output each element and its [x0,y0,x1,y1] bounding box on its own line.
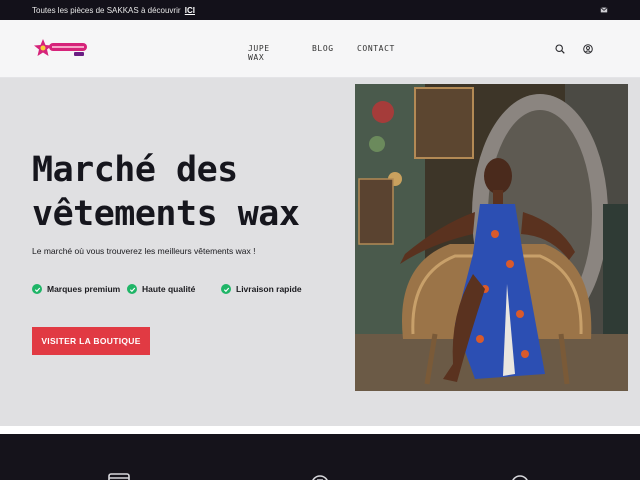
feature-item: Marques premium [32,284,127,294]
hero-photo [355,84,628,391]
features-footer [0,434,640,480]
store-icon [108,473,130,480]
nav-item-contact[interactable]: CONTACT [357,44,395,62]
nav-item-jupe-wax[interactable]: JUPE WAX [248,44,288,62]
site-header: JUPE WAX BLOG CONTACT [0,20,640,78]
feature-label: Livraison rapide [236,284,302,294]
visit-shop-button[interactable]: VISITER LA BOUTIQUE [32,327,150,355]
return-icon [312,475,328,480]
announcement-text: Toutes les pièces de SAKKAS à découvrir … [32,6,195,15]
user-icon[interactable] [583,44,593,54]
announcement-link[interactable]: ICI [185,6,195,15]
mail-icon[interactable] [600,6,608,14]
check-icon [221,284,231,294]
main-nav: JUPE WAX BLOG CONTACT [248,44,419,62]
hero-section: Marché des vêtements wax Le marché où vo… [0,78,640,426]
section-divider [0,426,640,434]
feature-item: Haute qualité [127,284,221,294]
announcement-bar: Toutes les pièces de SAKKAS à découvrir … [0,0,640,20]
feature-label: Marques premium [47,284,121,294]
hero-title-line-2: vêtements wax [32,194,300,234]
check-icon [32,284,42,294]
feature-item: Livraison rapide [221,284,302,294]
hero-title-line-1: Marché des [32,150,238,190]
support-icon [512,475,528,480]
feature-label: Haute qualité [142,284,196,294]
search-icon[interactable] [555,44,565,54]
nav-item-blog[interactable]: BLOG [312,44,333,62]
announcement-message: Toutes les pièces de SAKKAS à découvrir [32,6,181,15]
hero-subtitle: Le marché où vous trouverez les meilleur… [32,246,256,256]
brand-logo[interactable] [34,37,90,61]
feature-list: Marques premium Haute qualité Livraison … [32,284,302,294]
check-icon [127,284,137,294]
hero-title: Marché des vêtements wax [32,148,300,236]
